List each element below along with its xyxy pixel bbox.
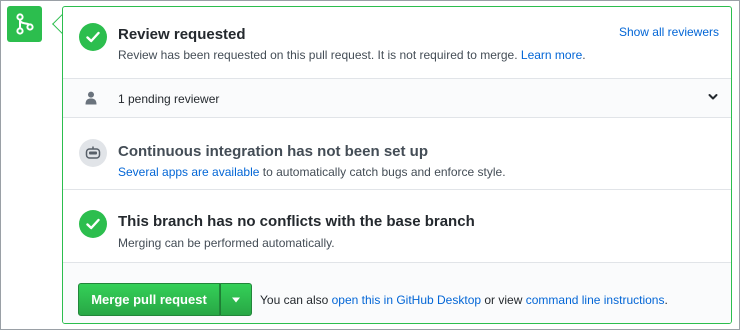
apps-available-link[interactable]: Several apps are available (118, 165, 259, 179)
merge-pull-request-button[interactable]: Merge pull request (78, 283, 220, 316)
merge-options-dropdown[interactable] (220, 283, 252, 316)
pending-reviewer-row[interactable]: 1 pending reviewer (63, 79, 731, 118)
review-period: . (582, 48, 586, 62)
chevron-down-icon[interactable] (707, 91, 719, 103)
check-icon (79, 23, 107, 51)
merge-hint-text: You can also open this in GitHub Desktop… (260, 293, 668, 307)
show-all-reviewers-link[interactable]: Show all reviewers (619, 25, 719, 39)
git-merge-icon (7, 6, 42, 42)
ci-title: Continuous integration has not been set … (118, 143, 428, 160)
merge-hint-suffix: . (664, 293, 668, 307)
no-conflicts-section: This branch has no conflicts with the ba… (63, 190, 731, 263)
triangle-down-icon (232, 297, 240, 302)
ci-section: Continuous integration has not been set … (63, 118, 731, 190)
check-icon (79, 210, 107, 238)
review-title: Review requested (118, 26, 246, 43)
open-github-desktop-link[interactable]: open this in GitHub Desktop (332, 293, 481, 307)
pending-reviewer-label: 1 pending reviewer (118, 92, 220, 106)
robot-icon (79, 139, 107, 167)
ci-description-line: Several apps are available to automatica… (118, 165, 506, 179)
learn-more-link[interactable]: Learn more (521, 48, 582, 62)
merge-status-panel: Review requested Review has been request… (62, 6, 732, 324)
person-icon (85, 91, 97, 105)
merge-hint-prefix: You can also (260, 293, 332, 307)
merge-button-group: Merge pull request (78, 283, 252, 316)
merge-actions-section: Merge pull request You can also open thi… (63, 263, 731, 323)
review-requested-section: Review requested Review has been request… (63, 7, 731, 79)
ci-description: to automatically catch bugs and enforce … (259, 165, 506, 179)
merge-hint-middle: or view (481, 293, 526, 307)
conflicts-title: This branch has no conflicts with the ba… (118, 213, 475, 230)
review-description: Review has been requested on this pull r… (118, 48, 518, 62)
review-description-line: Review has been requested on this pull r… (118, 48, 586, 62)
command-line-instructions-link[interactable]: command line instructions (526, 293, 665, 307)
conflicts-description: Merging can be performed automatically. (118, 236, 335, 250)
